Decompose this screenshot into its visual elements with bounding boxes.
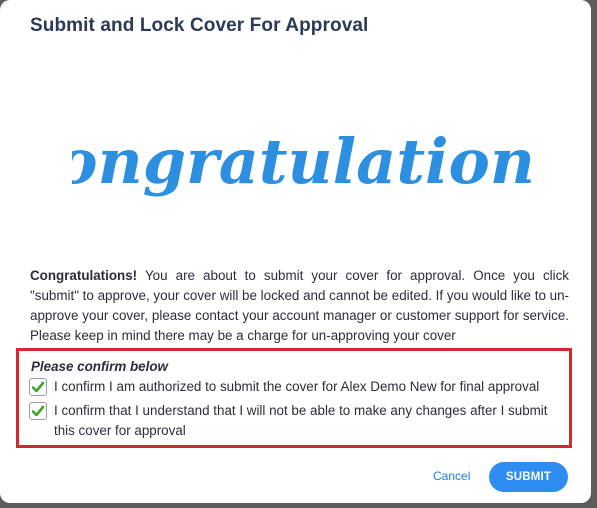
dialog-title: Submit and Lock Cover For Approval: [30, 15, 369, 36]
confirm-item-no-changes: I confirm that I understand that I will …: [29, 401, 564, 441]
cancel-button[interactable]: Cancel: [433, 469, 470, 483]
message-lead: Congratulations!: [30, 268, 138, 283]
confirm-heading: Please confirm below: [31, 359, 168, 374]
confirm-section: Please confirm below I confirm I am auth…: [16, 348, 572, 448]
no-changes-checkbox[interactable]: [29, 402, 47, 420]
checkmark-icon: [31, 405, 45, 417]
congratulations-banner: Congratulations!: [72, 105, 532, 215]
congratulations-script-image: Congratulations!: [72, 125, 532, 198]
authorized-checkbox[interactable]: [29, 378, 47, 396]
checkmark-icon: [31, 381, 45, 393]
no-changes-label: I confirm that I understand that I will …: [54, 403, 548, 438]
confirm-item-authorized: I confirm I am authorized to submit the …: [29, 377, 559, 397]
approval-message: Congratulations! You are about to submit…: [30, 266, 569, 346]
hero-text: Congratulations!: [72, 125, 532, 198]
submit-button[interactable]: SUBMIT: [489, 462, 568, 492]
approval-dialog: Submit and Lock Cover For Approval Congr…: [0, 0, 591, 503]
authorized-label: I confirm I am authorized to submit the …: [54, 379, 540, 394]
